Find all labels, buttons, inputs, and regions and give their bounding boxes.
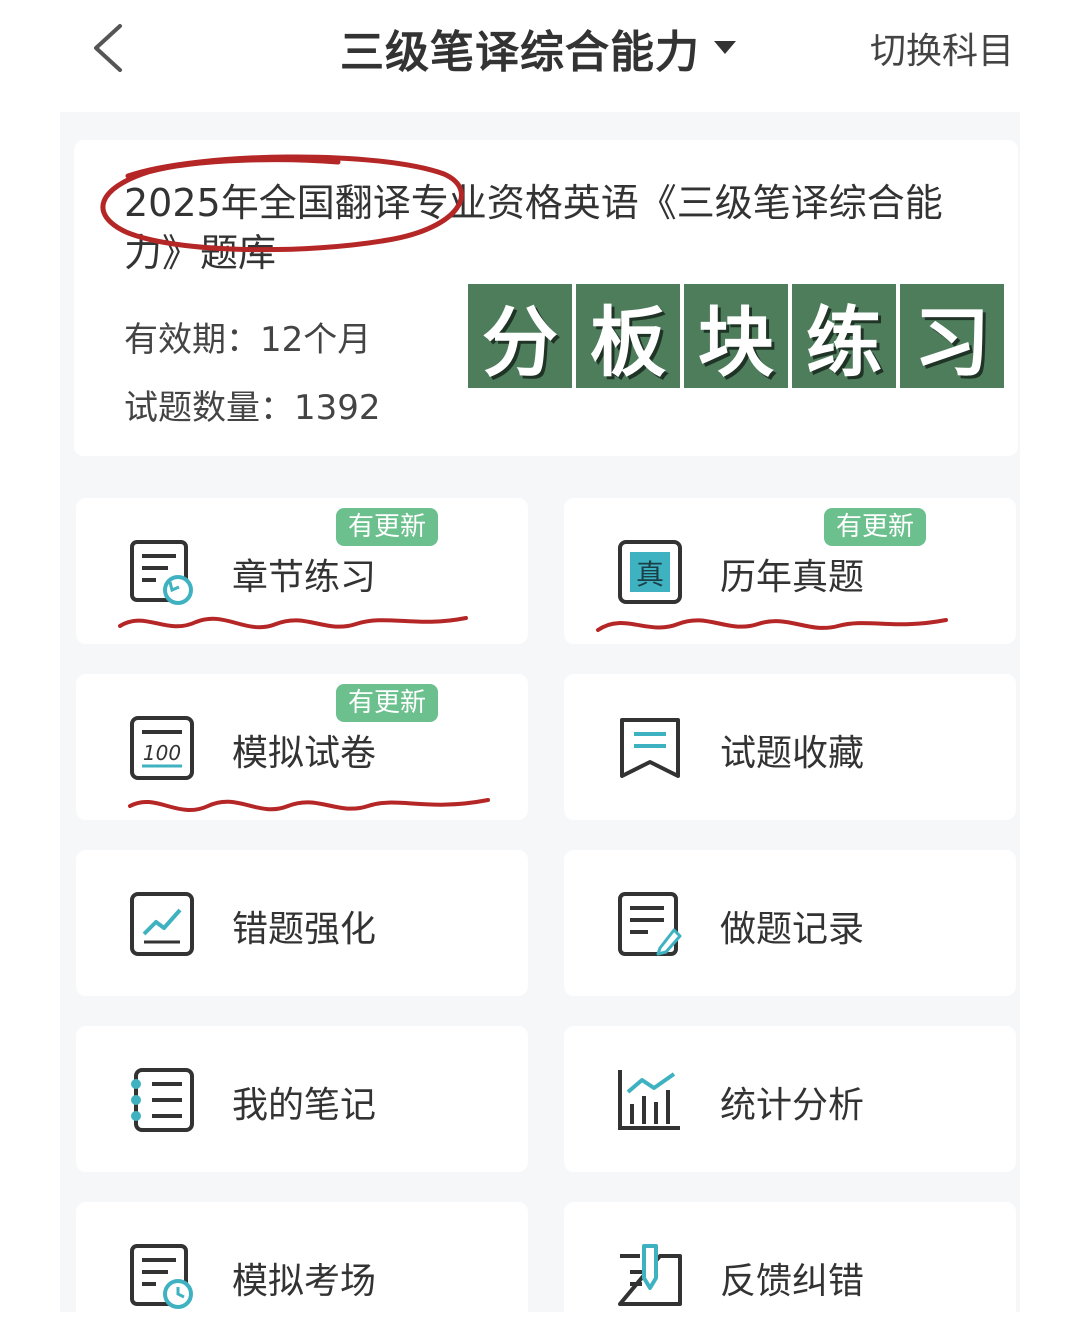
menu-item-label: 错题强化	[232, 909, 377, 950]
switch-subject-button[interactable]: 切换科目	[870, 22, 1014, 74]
validity-period: 有效期：12个月	[124, 320, 372, 360]
menu-item-wrong-questions[interactable]: 错题强化	[76, 850, 528, 996]
notebook-icon	[131, 1068, 194, 1132]
menu-item-label: 历年真题	[720, 557, 865, 598]
banner-char: 板	[576, 284, 680, 388]
feedback-icon	[618, 1244, 682, 1306]
section-practice-banner: 分 板 块 练 习	[468, 284, 1004, 388]
past-papers-icon: 真	[618, 540, 682, 604]
bookmark-icon	[620, 718, 680, 778]
menu-item-statistics[interactable]: 统计分析	[564, 1026, 1016, 1172]
red-underline-annotation	[128, 798, 490, 813]
chapter-practice-icon	[130, 540, 193, 605]
update-badge: 有更新	[336, 508, 439, 546]
menu-item-mock-paper[interactable]: 100 模拟试卷 有更新	[76, 674, 528, 820]
menu-item-label: 模拟试卷	[232, 733, 377, 774]
svg-text:真: 真	[636, 558, 664, 591]
menu-item-label: 我的笔记	[232, 1085, 377, 1126]
menu-item-my-notes[interactable]: 我的笔记	[76, 1026, 528, 1172]
svg-text:100: 100	[143, 741, 181, 765]
menu-item-label: 做题记录	[720, 909, 865, 950]
banner-char: 块	[684, 284, 788, 388]
banner-char: 分	[468, 284, 572, 388]
menu-item-label: 统计分析	[720, 1085, 865, 1126]
hand-drawn-circle-annotation	[100, 154, 464, 253]
red-underline-annotation	[596, 618, 948, 632]
question-count: 试题数量：1392	[124, 388, 381, 428]
menu-item-practice-history[interactable]: 做题记录	[564, 850, 1016, 996]
menu-item-label: 模拟考场	[232, 1261, 377, 1302]
update-badge: 有更新	[824, 508, 927, 546]
mock-paper-icon: 100	[130, 716, 194, 780]
back-button[interactable]	[84, 18, 140, 74]
page-title: 三级笔译综合能力	[340, 27, 700, 78]
statistics-icon	[618, 1070, 680, 1130]
banner-char: 练	[792, 284, 896, 388]
app-screen: 三级笔译综合能力 切换科目 2025年全国翻译专业资格英语《三级笔译综合能力》题…	[60, 0, 1020, 1312]
caret-down-icon	[714, 41, 736, 54]
menu-item-chapter-practice[interactable]: 章节练习 有更新	[76, 498, 528, 644]
update-badge: 有更新	[336, 684, 439, 722]
menu-item-past-papers[interactable]: 真 历年真题 有更新	[564, 498, 1016, 644]
red-underline-annotation	[118, 616, 468, 630]
menu-item-mock-exam[interactable]: 模拟考场	[76, 1202, 528, 1312]
wrong-questions-icon	[130, 892, 194, 956]
menu-item-label: 试题收藏	[720, 733, 865, 774]
menu-item-feedback[interactable]: 反馈纠错	[564, 1202, 1016, 1312]
history-icon	[618, 892, 682, 956]
menu-item-bookmarks[interactable]: 试题收藏	[564, 674, 1016, 820]
mock-exam-icon	[130, 1244, 193, 1309]
menu-item-label: 章节练习	[232, 557, 377, 598]
menu-item-label: 反馈纠错	[720, 1261, 865, 1302]
chevron-left-icon	[94, 24, 122, 72]
subject-selector[interactable]: 三级笔译综合能力	[340, 16, 736, 80]
banner-char: 习	[900, 284, 1004, 388]
top-bar: 三级笔译综合能力 切换科目	[60, 0, 1020, 112]
